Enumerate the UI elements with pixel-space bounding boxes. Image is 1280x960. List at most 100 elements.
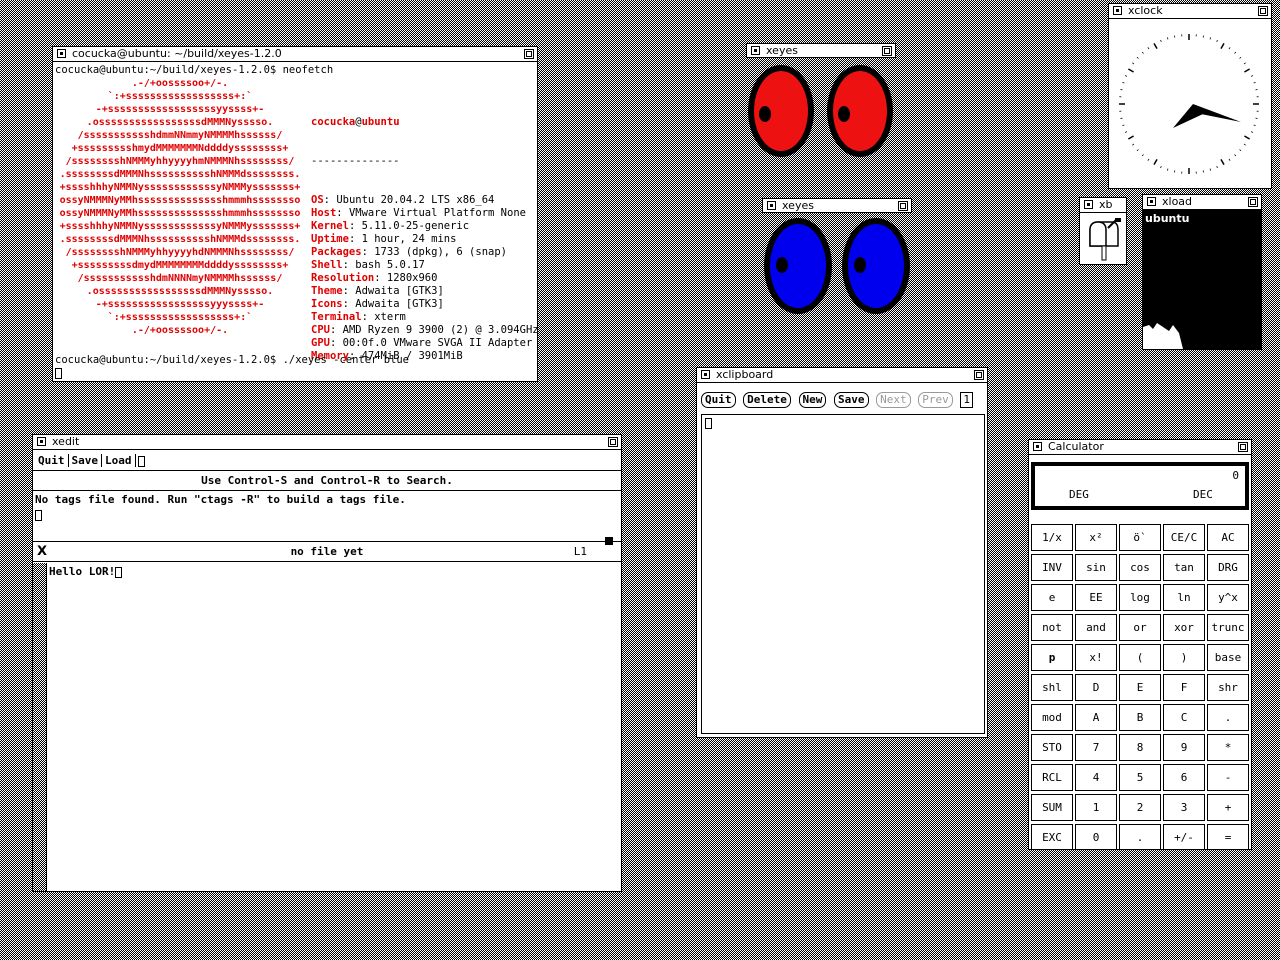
calc-key[interactable]: +/- [1163,824,1205,849]
calc-key[interactable]: + [1207,794,1249,821]
xclock-window[interactable]: xclock [1108,3,1272,189]
xload-titlebar[interactable]: xload [1143,195,1261,210]
window-menu-icon[interactable] [1147,197,1156,206]
xedit-titlebar[interactable]: xedit [33,435,621,450]
calc-key[interactable]: F [1163,674,1205,701]
window-menu-icon[interactable] [37,437,46,446]
calc-key[interactable]: tan [1163,554,1205,581]
calc-key[interactable]: or [1119,614,1161,641]
calc-key[interactable]: 6 [1163,764,1205,791]
calc-key[interactable]: p [1031,644,1073,671]
window-menu-icon[interactable] [701,370,710,379]
calc-key[interactable]: ö` [1119,524,1161,551]
calc-key[interactable]: . [1207,704,1249,731]
calc-key[interactable]: e [1031,584,1073,611]
calc-key[interactable]: E [1119,674,1161,701]
scrollbar[interactable] [33,563,47,891]
xclipboard-titlebar[interactable]: xclipboard [697,368,987,383]
load-button[interactable]: Load [102,454,136,467]
xbiff-window[interactable]: xb [1079,197,1127,265]
filename-input[interactable] [137,455,145,467]
calc-key[interactable]: x! [1075,644,1117,671]
calc-key[interactable]: B [1119,704,1161,731]
calc-key[interactable]: 4 [1075,764,1117,791]
calc-key[interactable]: cos [1119,554,1161,581]
maximize-icon[interactable] [1238,442,1248,452]
window-menu-icon[interactable] [1113,6,1122,15]
calc-key[interactable]: shl [1031,674,1073,701]
calc-key[interactable]: = [1207,824,1249,849]
calc-key[interactable]: y^x [1207,584,1249,611]
calc-key[interactable]: ) [1163,644,1205,671]
calculator-titlebar[interactable]: Calculator [1029,440,1251,455]
calc-key[interactable]: INV [1031,554,1073,581]
calc-key[interactable]: - [1207,764,1249,791]
calc-key[interactable]: base [1207,644,1249,671]
quit-button[interactable]: Quit [35,454,69,467]
xclock-titlebar[interactable]: xclock [1109,4,1271,19]
calc-key[interactable]: RCL [1031,764,1073,791]
terminal-window[interactable]: cocucka@ubuntu: ~/build/xeyes-1.2.0 cocu… [52,46,538,382]
calc-key[interactable]: log [1119,584,1161,611]
xbiff-titlebar[interactable]: xb [1080,198,1126,213]
calc-key[interactable]: 9 [1163,734,1205,761]
calc-key[interactable]: and [1075,614,1117,641]
xload-window[interactable]: xload ubuntu [1142,194,1262,350]
calc-key[interactable]: * [1207,734,1249,761]
calc-key[interactable]: STO [1031,734,1073,761]
calc-key[interactable]: 5 [1119,764,1161,791]
calc-key[interactable]: D [1075,674,1117,701]
maximize-icon[interactable] [1248,197,1258,207]
xeyes-blue-window[interactable]: xeyes [762,198,912,320]
calc-key[interactable]: 1/x [1031,524,1073,551]
clipboard-text-area[interactable] [701,414,985,734]
calc-key[interactable]: sin [1075,554,1117,581]
quit-button[interactable]: Quit [701,392,736,408]
next-button[interactable]: Next [876,392,911,408]
maximize-icon[interactable] [898,201,908,211]
xedit-window[interactable]: xedit Quit Save Load Use Control-S and Con… [32,434,622,892]
window-menu-icon[interactable] [751,46,760,55]
xeyes-red-window[interactable]: xeyes [746,43,896,166]
calc-key[interactable]: EE [1075,584,1117,611]
calc-key[interactable]: mod [1031,704,1073,731]
calc-key[interactable]: 3 [1163,794,1205,821]
maximize-icon[interactable] [524,49,534,59]
calc-key[interactable]: 8 [1119,734,1161,761]
calculator-window[interactable]: Calculator 0 DEG DEC 1/x x² ö` CE/C AC INV sin… [1028,439,1252,850]
calc-key[interactable]: CE/C [1163,524,1205,551]
calc-key[interactable]: ln [1163,584,1205,611]
delete-button[interactable]: Delete [743,392,791,408]
save-button[interactable]: Save [68,454,102,467]
window-menu-icon[interactable] [767,201,776,210]
window-menu-icon[interactable] [1033,442,1042,451]
calc-key[interactable]: EXC [1031,824,1073,849]
calc-key[interactable]: x² [1075,524,1117,551]
calc-key[interactable]: DRG [1207,554,1249,581]
calc-key[interactable]: ( [1119,644,1161,671]
calc-key[interactable]: AC [1207,524,1249,551]
calc-key[interactable]: xor [1163,614,1205,641]
save-button[interactable]: Save [834,392,869,408]
calc-key[interactable]: SUM [1031,794,1073,821]
calc-key[interactable]: shr [1207,674,1249,701]
calc-key[interactable]: 7 [1075,734,1117,761]
calc-key[interactable]: . [1119,824,1161,849]
new-button[interactable]: New [798,392,827,408]
terminal-titlebar[interactable]: cocucka@ubuntu: ~/build/xeyes-1.2.0 [53,47,537,62]
edit-text-area[interactable]: Hello LOR! [49,565,123,578]
window-menu-icon[interactable] [1084,200,1093,209]
maximize-icon[interactable] [608,437,618,447]
calc-key[interactable]: 0 [1075,824,1117,849]
maximize-icon[interactable] [882,46,892,56]
calc-key[interactable]: trunc [1207,614,1249,641]
xclipboard-window[interactable]: xclipboard Quit Delete New Save Next Pre… [696,367,988,738]
xeyes-titlebar[interactable]: xeyes [762,198,912,213]
maximize-icon[interactable] [974,370,984,380]
calc-key[interactable]: C [1163,704,1205,731]
maximize-icon[interactable] [1258,6,1268,16]
prev-button[interactable]: Prev [918,392,953,408]
xeyes-titlebar[interactable]: xeyes [746,43,896,58]
calc-key[interactable]: A [1075,704,1117,731]
calc-key[interactable]: not [1031,614,1073,641]
